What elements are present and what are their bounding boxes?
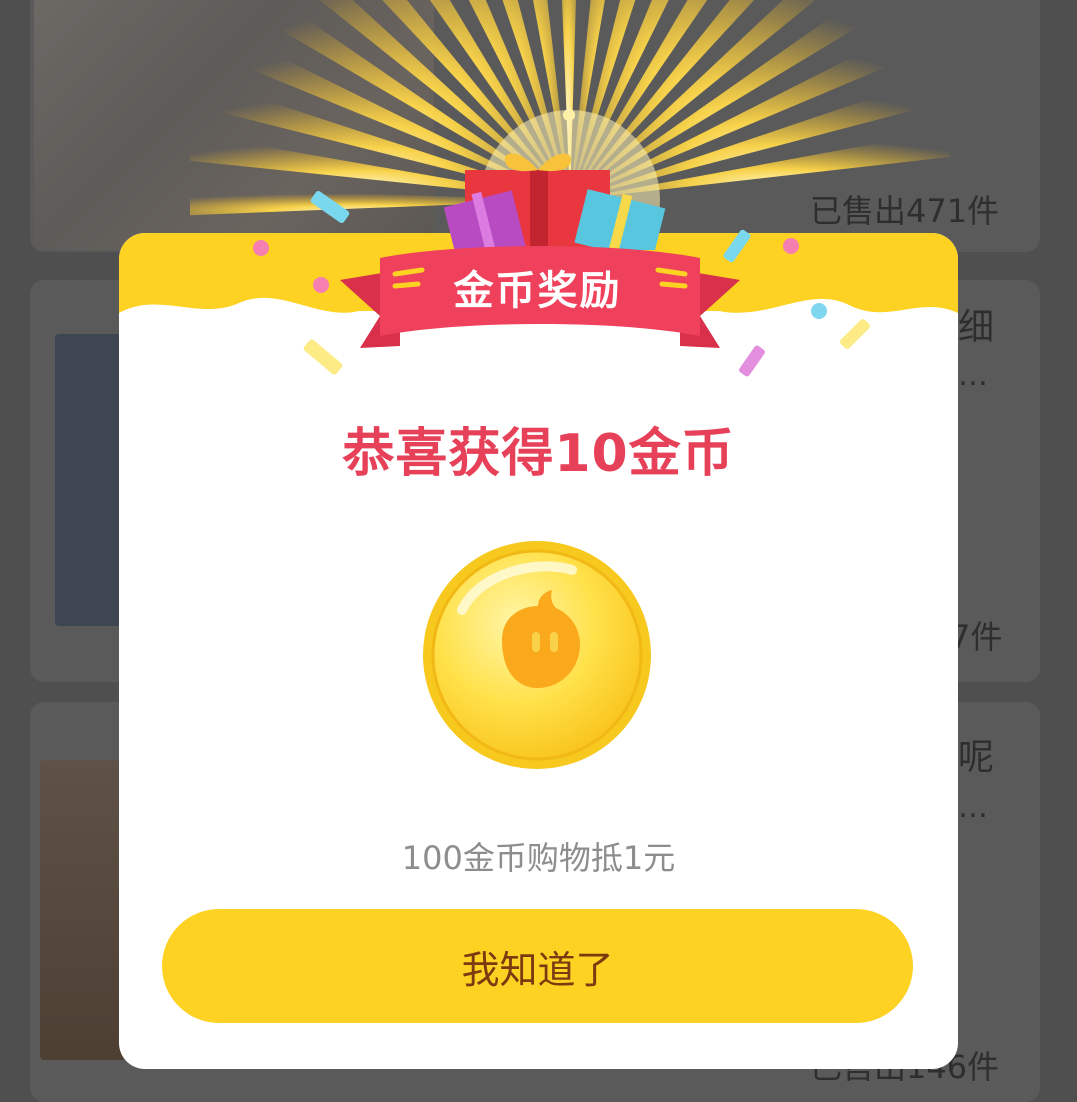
product-title-ellipsis: … — [958, 790, 988, 825]
product-title-ellipsis: … — [958, 358, 988, 393]
got-it-button[interactable]: 我知道了 — [162, 909, 913, 1023]
coin-icon — [423, 541, 651, 769]
product-title: 呢 — [958, 737, 995, 778]
product-title: 细 — [958, 307, 995, 348]
coin-exchange-note: 100金币购物抵1元 — [401, 839, 676, 877]
reward-headline: 恭喜获得10金币 — [342, 424, 735, 484]
sparkle-icon — [563, 109, 575, 121]
confetti-decoration — [303, 190, 871, 377]
product-image — [40, 760, 130, 1060]
